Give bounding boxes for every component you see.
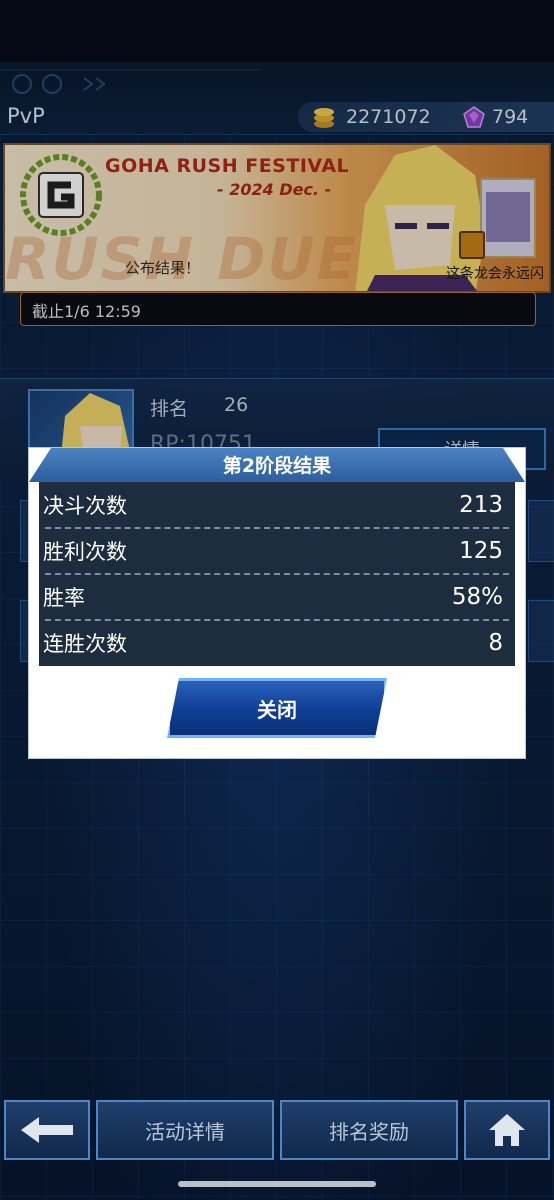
home-button[interactable] <box>464 1100 550 1160</box>
stat-label: 胜率 <box>43 585 85 610</box>
stat-value: 58% <box>451 583 503 610</box>
back-button[interactable] <box>4 1100 90 1160</box>
event-details-button[interactable]: 活动详情 <box>96 1100 274 1160</box>
stat-value: 213 <box>459 491 503 518</box>
stat-value: 8 <box>488 629 503 656</box>
stat-row-win-rate: 胜率 58% <box>39 574 515 619</box>
stage-result-dialog: 第2阶段结果 决斗次数 213 胜利次数 125 胜率 58% 连胜次数 8 关… <box>29 448 525 758</box>
stat-row-wins: 胜利次数 125 <box>39 528 515 573</box>
stat-label: 决斗次数 <box>43 493 127 518</box>
ranking-rewards-button[interactable]: 排名奖励 <box>280 1100 458 1160</box>
home-icon <box>489 1114 525 1146</box>
dialog-title: 第2阶段结果 <box>222 455 332 477</box>
stat-row-duels: 决斗次数 213 <box>39 482 515 527</box>
stat-label: 胜利次数 <box>43 539 127 564</box>
stat-label: 连胜次数 <box>43 631 127 656</box>
home-indicator[interactable] <box>178 1181 376 1187</box>
stat-value: 125 <box>459 537 503 564</box>
stat-row-win-streak: 连胜次数 8 <box>39 620 515 665</box>
stats-table: 决斗次数 213 胜利次数 125 胜率 58% 连胜次数 8 <box>39 482 515 666</box>
close-button[interactable]: 关闭 <box>167 678 387 738</box>
left-arrow-icon <box>21 1117 73 1143</box>
